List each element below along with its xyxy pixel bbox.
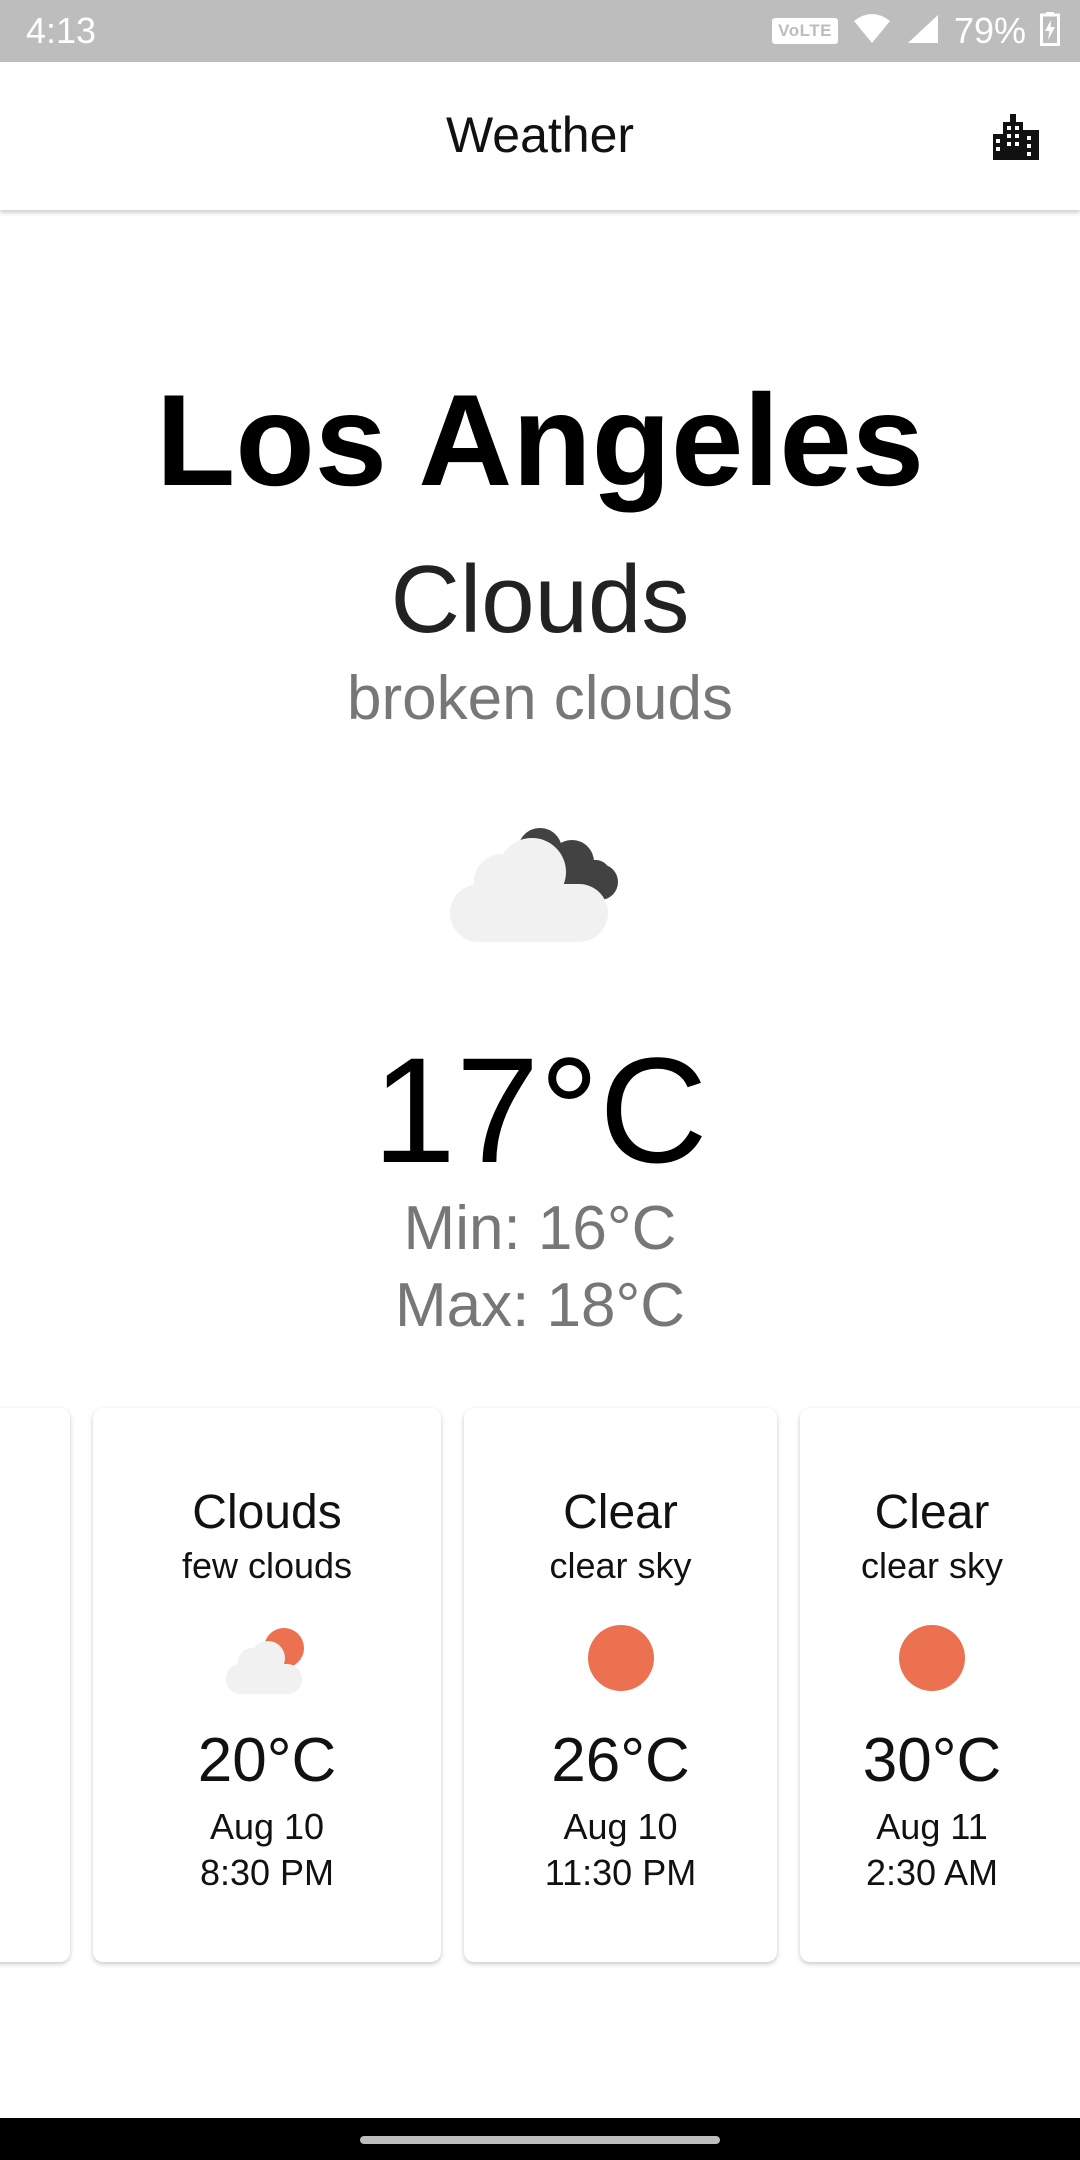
- clear-sky-icon: [576, 1618, 666, 1698]
- forecast-time: 8:30 PM: [199, 1852, 335, 1893]
- forecast-temperature: 20°C: [197, 1726, 337, 1795]
- app-bar: Weather: [0, 62, 1080, 210]
- forecast-card-partial[interactable]: [0, 1408, 70, 1962]
- forecast-temperature: 30°C: [862, 1726, 1002, 1795]
- city-name: Los Angeles: [155, 367, 925, 513]
- status-icons: VoLTE 79%: [772, 10, 1060, 52]
- battery-charging-icon: [1040, 11, 1060, 51]
- few-clouds-icon: [222, 1618, 312, 1698]
- max-temperature: Max: 18°C: [394, 1271, 686, 1340]
- current-condition-description: broken clouds: [346, 664, 734, 733]
- system-nav-bar: [0, 2118, 1080, 2160]
- forecast-condition: Clear: [563, 1486, 678, 1539]
- city-buildings-icon: [991, 112, 1041, 165]
- forecast-time: 11:30 PM: [544, 1852, 697, 1893]
- volte-badge: VoLTE: [772, 18, 838, 44]
- forecast-condition: Clouds: [192, 1486, 342, 1539]
- status-bar: 4:13 VoLTE 79%: [0, 0, 1080, 62]
- forecast-date: Aug 11: [876, 1806, 988, 1847]
- battery-percent: 79%: [953, 10, 1026, 51]
- forecast-condition-description: few clouds: [181, 1545, 353, 1586]
- current-temperature: 17°C: [372, 1026, 708, 1194]
- forecast-condition: Clear: [874, 1486, 990, 1539]
- home-gesture-handle[interactable]: [360, 2136, 720, 2144]
- current-condition: Clouds: [390, 546, 690, 653]
- app-title: Weather: [445, 107, 635, 163]
- forecast-date: Aug 10: [563, 1806, 678, 1847]
- cell-signal-icon: [906, 13, 940, 50]
- status-time: 4:13: [26, 10, 97, 51]
- forecast-condition-description: clear sky: [860, 1545, 1004, 1586]
- forecast-condition-description: clear sky: [549, 1545, 692, 1586]
- forecast-temperature: 26°C: [551, 1726, 690, 1795]
- forecast-time: 2:30 AM: [865, 1852, 999, 1893]
- select-city-button[interactable]: [986, 108, 1046, 168]
- forecast-card[interactable]: Clear clear sky 26°C Aug 10 11:30 PM: [464, 1408, 777, 1962]
- wifi-icon: [852, 13, 892, 50]
- forecast-card[interactable]: Clear clear sky 30°C Aug 11 2:30 AM: [800, 1408, 1080, 1962]
- clear-sky-icon: [887, 1618, 977, 1698]
- broken-clouds-icon: [450, 820, 636, 945]
- forecast-card[interactable]: Clouds few clouds 20°C Aug 10 8:30 PM: [93, 1408, 441, 1962]
- min-temperature: Min: 16°C: [403, 1194, 677, 1263]
- forecast-date: Aug 10: [209, 1806, 325, 1847]
